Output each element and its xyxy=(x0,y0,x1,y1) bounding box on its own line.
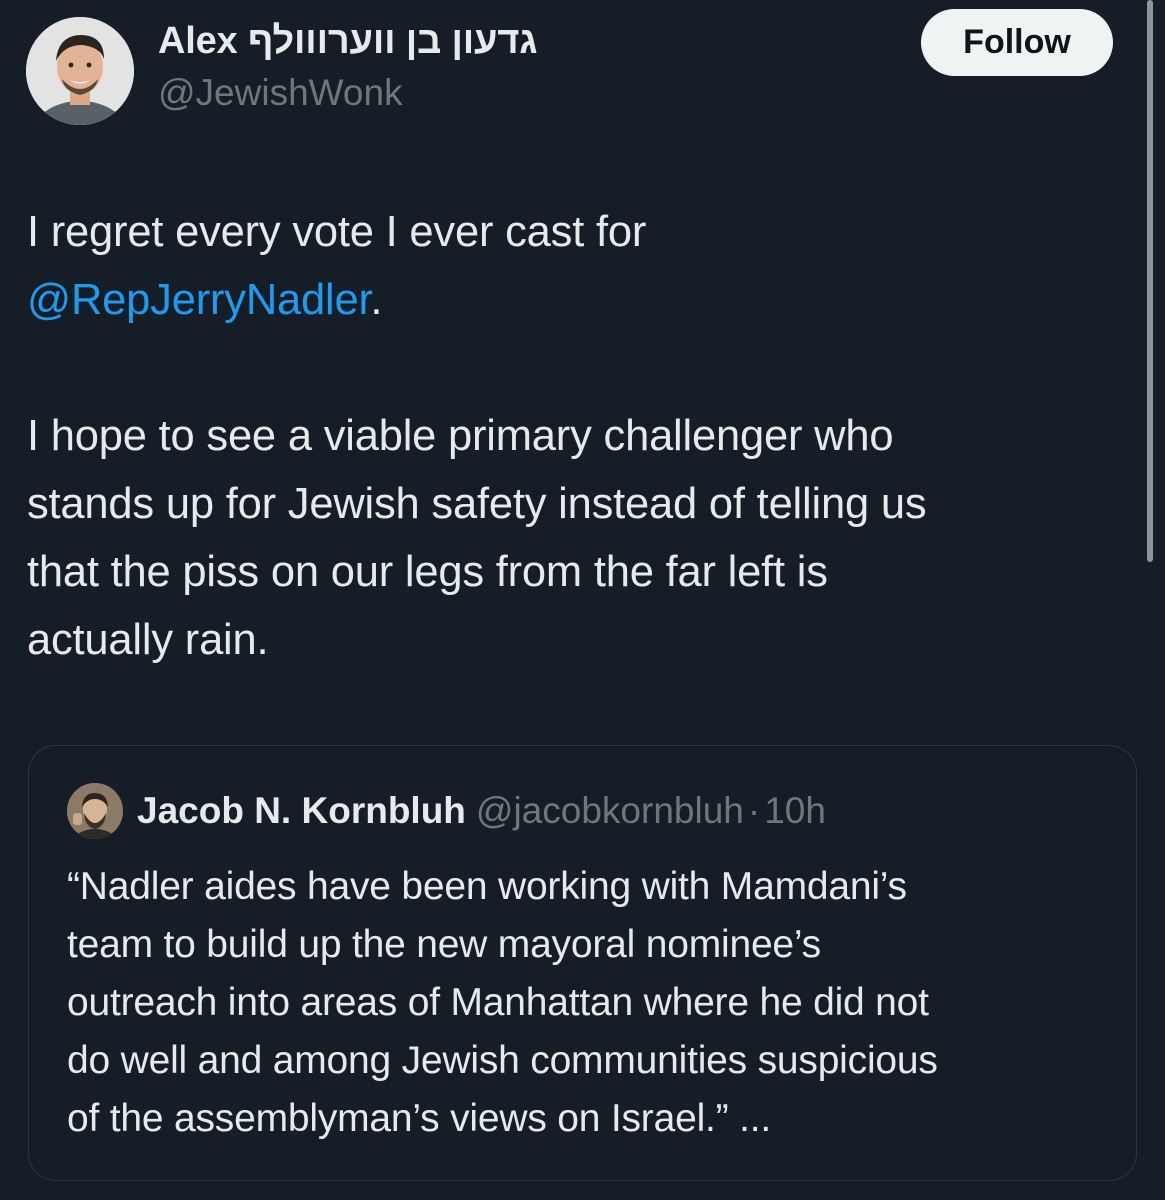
scrollbar[interactable] xyxy=(1147,0,1153,562)
tweet-line-text: I regret every vote I ever cast for xyxy=(27,208,647,256)
tweet-line: stands up for Jewish safety instead of t… xyxy=(27,480,927,528)
quote-avatar[interactable] xyxy=(67,783,123,839)
follow-button[interactable]: Follow xyxy=(921,9,1113,76)
quote-line: outreach into areas of Manhattan where h… xyxy=(67,981,929,1024)
author-avatar[interactable] xyxy=(26,17,134,125)
quote-text: “Nadler aides have been working with Mam… xyxy=(67,858,1117,1148)
author-display-name[interactable]: Alex גדעון בן ווערווולף xyxy=(158,20,537,63)
author-handle[interactable]: @JewishWonk xyxy=(158,72,403,114)
mention-link[interactable]: @RepJerryNadler xyxy=(27,276,371,324)
tweet-line: I regret every vote I ever cast for xyxy=(27,198,1117,266)
quote-tweet-card[interactable]: Jacob N. Kornbluh @jacobkornbluh · 10h “Nad… xyxy=(28,745,1137,1181)
quote-header: Jacob N. Kornbluh @jacobkornbluh · 10h xyxy=(137,790,826,832)
tweet-card: Alex גדעון בן ווערווולף @JewishWonk Foll… xyxy=(0,0,1165,1200)
tweet-line: that the piss on our legs from the far l… xyxy=(27,548,828,596)
quote-separator: · xyxy=(747,790,761,831)
quote-author-name[interactable]: Jacob N. Kornbluh xyxy=(137,790,466,831)
quote-line: “Nadler aides have been working with Mam… xyxy=(67,865,907,908)
quote-line: do well and among Jewish communities sus… xyxy=(67,1039,938,1082)
quote-line: team to build up the new mayoral nominee… xyxy=(67,923,821,966)
tweet-text: I regret every vote I ever cast for @Rep… xyxy=(27,198,1117,674)
quote-avatar-icon xyxy=(67,783,123,839)
tweet-line: I hope to see a viable primary challenge… xyxy=(27,412,894,460)
quote-line: of the assemblyman’s views on Israel.” .… xyxy=(67,1097,771,1140)
tweet-line: actually rain. xyxy=(27,616,269,664)
quote-timestamp[interactable]: 10h xyxy=(764,790,826,831)
tweet-line: @RepJerryNadler. xyxy=(27,266,1117,334)
author-avatar-icon xyxy=(26,17,134,125)
mention-suffix: . xyxy=(370,276,383,324)
quote-author-handle[interactable]: @jacobkornbluh xyxy=(476,790,744,831)
